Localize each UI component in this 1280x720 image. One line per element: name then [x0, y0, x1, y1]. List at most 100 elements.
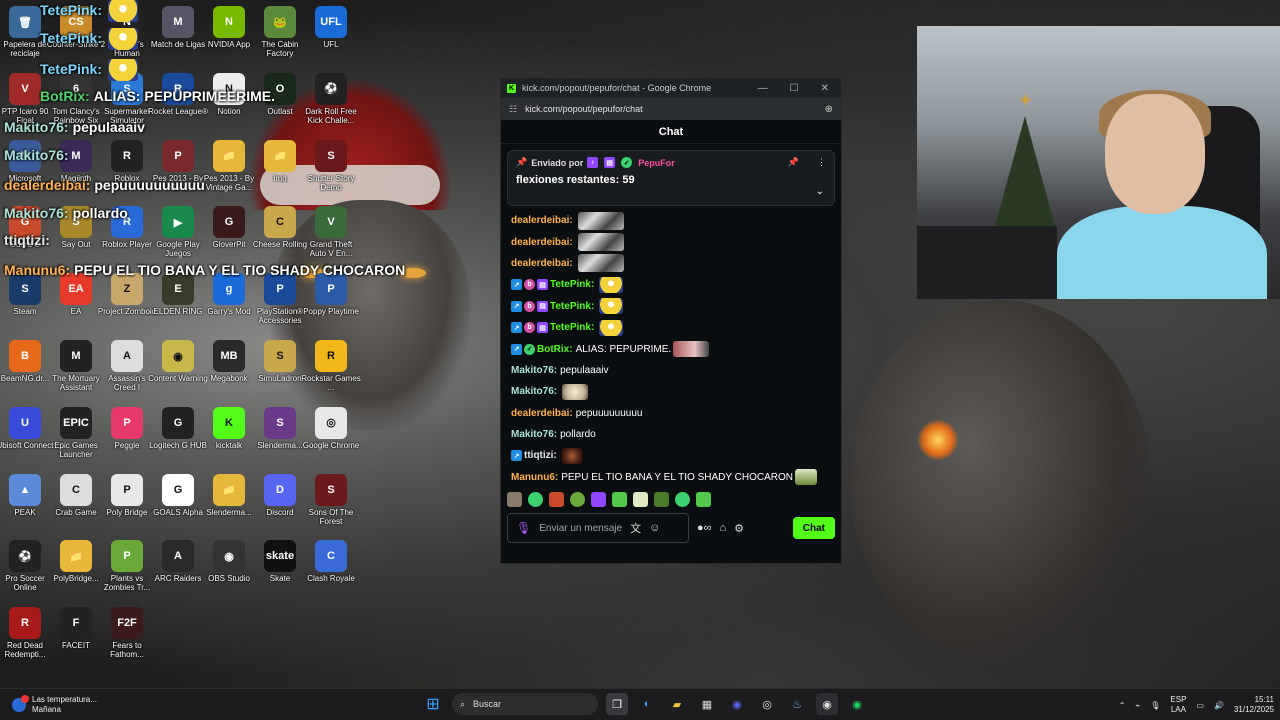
overlay-text: pepuuuuuuuuuu: [94, 177, 205, 193]
site-info-icon[interactable]: ☷: [509, 104, 517, 115]
settings-gear-icon[interactable]: ⚙: [734, 522, 744, 535]
weather-widget[interactable]: Las temperatura... Mañana: [0, 694, 200, 715]
emote-quick-bar[interactable]: [501, 488, 841, 510]
address-url[interactable]: kick.com/popout/pepufor/chat: [525, 104, 643, 114]
spotify-icon[interactable]: ◉: [846, 693, 868, 715]
close-icon[interactable]: ✕: [821, 83, 829, 94]
discord-icon[interactable]: ◉: [726, 693, 748, 715]
microphone-icon[interactable]: 🎙: [1150, 701, 1160, 710]
chat-username[interactable]: TetePink:: [550, 279, 594, 290]
display-icon[interactable]: ▭: [1196, 701, 1204, 710]
store-app-icon[interactable]: ▦: [696, 693, 718, 715]
chat-username[interactable]: dealerdeibai:: [511, 408, 573, 419]
pinned-message[interactable]: 📌 Enviado por ♪ ▤ ✓ PepuFor 📌 ⋮ flexione…: [507, 150, 835, 206]
chevron-down-icon[interactable]: ⌄: [816, 186, 824, 197]
purple-badge-icon: ▤: [537, 300, 548, 312]
mic-icon[interactable]: 🎙: [516, 521, 531, 535]
chat-message[interactable]: ↗ ttiqtizi:: [511, 445, 831, 466]
chat-username[interactable]: ttiqtizi:: [524, 450, 557, 461]
desktop-icon[interactable]: ⚽ Dark Roll Free Kick Challe...: [301, 72, 361, 125]
chat-message[interactable]: ↗ ✓ BotRix: ALIAS: PEPUPRIME.: [511, 338, 831, 359]
chat-message[interactable]: Makito76: pepulaaaiv: [511, 360, 831, 381]
chat-username[interactable]: dealerdeibai:: [511, 215, 573, 226]
zoom-icon[interactable]: ⊕: [825, 104, 833, 115]
chat-message[interactable]: Makito76: pollardo: [511, 424, 831, 445]
emote-quick[interactable]: [591, 491, 606, 507]
chat-message[interactable]: ↗ b ▤ TetePink:: [511, 296, 831, 317]
taskbar-search[interactable]: ⌕ Buscar: [452, 693, 598, 715]
chat-message[interactable]: dealerdeibai:: [511, 210, 831, 231]
chat-message[interactable]: Makito76:: [511, 381, 831, 402]
app-icon: 📁: [213, 473, 245, 506]
points-icon[interactable]: ●∞: [697, 522, 712, 534]
emoji-icon[interactable]: ☺: [649, 522, 660, 534]
emote-quick[interactable]: [654, 491, 669, 507]
language-indicator[interactable]: ESP LAA: [1170, 695, 1186, 715]
file-explorer-icon[interactable]: ▰: [666, 693, 688, 715]
obs-icon[interactable]: ◉: [816, 693, 838, 715]
desktop-icon[interactable]: UFL UFL: [301, 6, 361, 49]
chrome-icon[interactable]: ◎: [756, 693, 778, 715]
chat-input-placeholder[interactable]: Enviar un mensaje: [539, 523, 622, 534]
unpin-icon[interactable]: 📌: [788, 157, 799, 168]
emote-quick[interactable]: [633, 491, 648, 507]
chat-message[interactable]: ↗ b ▤ TetePink:: [511, 317, 831, 338]
emote-quick[interactable]: [549, 491, 564, 507]
volume-icon[interactable]: 🔊: [1214, 701, 1224, 710]
chat-messages[interactable]: dealerdeibai: dealerdeibai: dealerdeibai: ↗…: [501, 210, 841, 488]
chat-username[interactable]: Manunu6:: [511, 472, 558, 483]
store-icon[interactable]: ⌂: [720, 522, 727, 534]
chat-message[interactable]: Manunu6: PEPU EL TIO BANA Y EL TIO SHADY …: [511, 467, 831, 488]
desktop-icon[interactable]: R Rockstar Games ...: [301, 340, 361, 392]
minimize-icon[interactable]: —: [758, 83, 768, 94]
chat-username[interactable]: TetePink:: [550, 301, 594, 312]
desktop-icon[interactable]: S Shutter Story Demo: [301, 139, 361, 192]
emote-quick[interactable]: [675, 491, 690, 507]
chat-message[interactable]: ↗ b ▤ TetePink:: [511, 274, 831, 295]
translate-icon[interactable]: 文: [630, 520, 641, 536]
desktop-icon[interactable]: C Clash Royale: [301, 540, 361, 583]
maximize-icon[interactable]: ☐: [790, 83, 799, 94]
clock[interactable]: 15:11 31/12/2025: [1234, 695, 1274, 715]
pinned-author[interactable]: PepuFor: [638, 158, 675, 168]
window-titlebar[interactable]: K kick.com/popout/pepufor/chat - Google …: [501, 78, 841, 98]
desktop-icon-label: Fears to Fathom...: [110, 641, 144, 660]
network-off-icon[interactable]: ⌁: [1135, 701, 1140, 710]
desktop-icon-label: Google Chrome: [302, 440, 360, 450]
more-options-icon[interactable]: ⋮: [817, 157, 826, 168]
chat-message[interactable]: dealerdeibai: pepuuuuuuuuu: [511, 403, 831, 424]
chat-username[interactable]: dealerdeibai:: [511, 237, 573, 248]
task-view-icon[interactable]: ❐: [606, 693, 628, 715]
desktop-icon[interactable]: ◎ Google Chrome: [301, 406, 361, 450]
desktop-icon[interactable]: P Poppy Playtime: [301, 273, 361, 316]
emote-quick[interactable]: [507, 491, 522, 507]
chat-username[interactable]: TetePink:: [550, 322, 594, 333]
steam-icon[interactable]: ♨: [786, 693, 808, 715]
overlay-username: Manunu6:: [4, 262, 71, 278]
desktop-icon[interactable]: V Grand Theft Auto V En...: [301, 206, 361, 258]
chat-username[interactable]: BotRix:: [537, 344, 573, 355]
emote-icon: [577, 211, 624, 230]
chat-username[interactable]: Makito76:: [511, 365, 557, 376]
app-icon: R: [9, 607, 41, 640]
edge-icon[interactable]: ◐: [636, 693, 658, 715]
desktop-icon-label: Shutter Story Demo: [307, 173, 355, 192]
weather-line1: Las temperatura...: [32, 694, 97, 704]
emote-quick[interactable]: [528, 491, 543, 507]
chat-username[interactable]: Makito76:: [511, 386, 557, 397]
chat-input[interactable]: 🎙 Enviar un mensaje 文 ☺: [507, 513, 689, 543]
emote-quick[interactable]: [570, 491, 585, 507]
emote-quick[interactable]: [696, 491, 711, 507]
chat-message[interactable]: dealerdeibai:: [511, 231, 831, 252]
desktop-icon[interactable]: S Sons Of The Forest: [301, 473, 361, 526]
windows-start-icon[interactable]: ⊞: [422, 693, 444, 715]
chat-message[interactable]: dealerdeibai:: [511, 253, 831, 274]
chat-username[interactable]: Makito76:: [511, 429, 557, 440]
overlay-username: Makito76:: [4, 205, 69, 221]
desktop-icon[interactable]: F2F Fears to Fathom...: [97, 607, 157, 659]
chat-username[interactable]: dealerdeibai:: [511, 258, 573, 269]
address-bar[interactable]: ☷ kick.com/popout/pepufor/chat ⊕: [501, 98, 841, 120]
chevron-up-icon[interactable]: ⌃: [1119, 701, 1126, 710]
emote-quick[interactable]: [612, 491, 627, 507]
send-chat-button[interactable]: Chat: [792, 517, 835, 539]
